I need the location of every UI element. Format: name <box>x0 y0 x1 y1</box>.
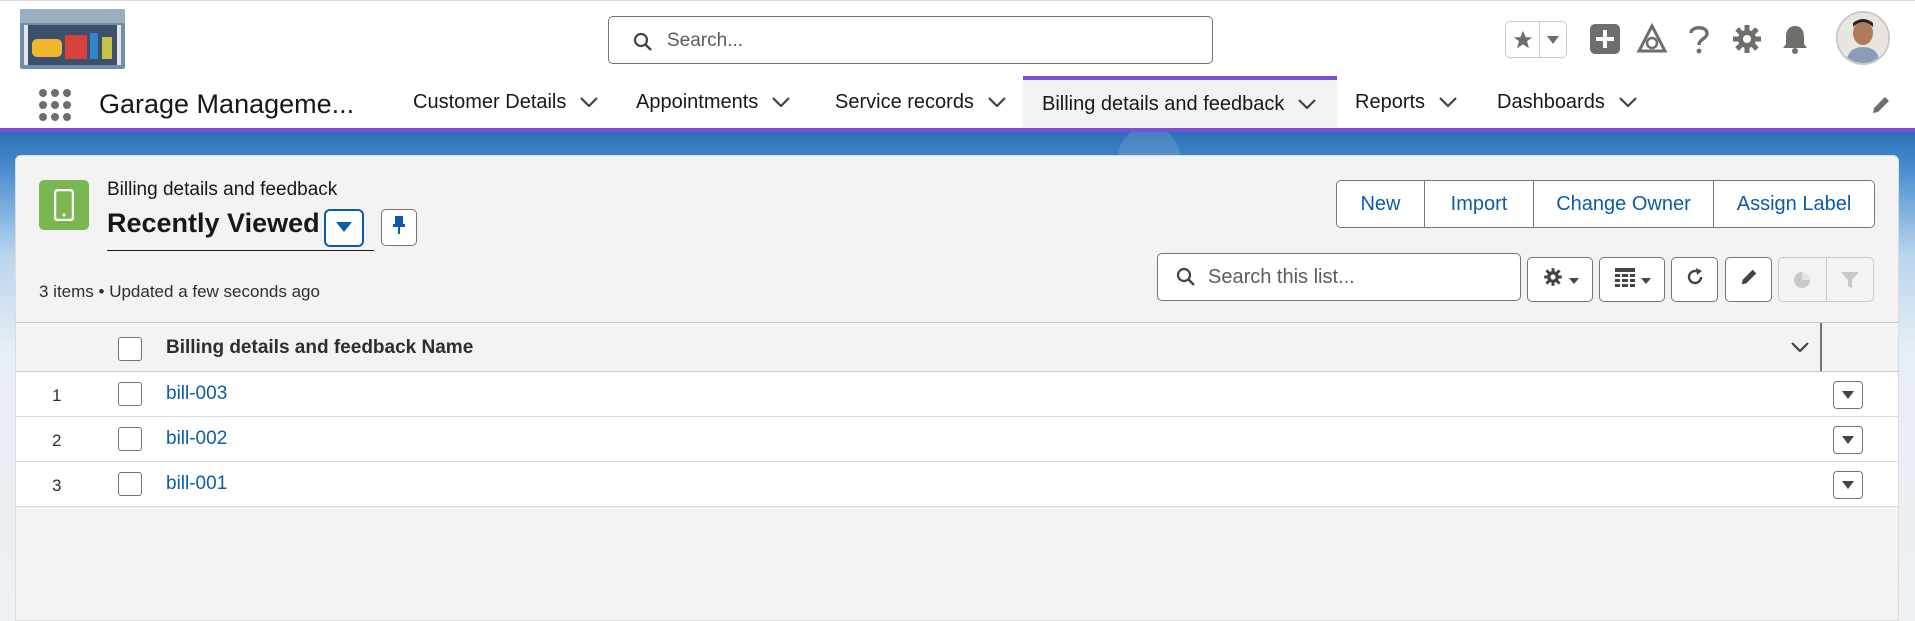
select-all-checkbox[interactable] <box>118 337 142 361</box>
column-header-name[interactable]: Billing details and feedback Name <box>166 337 473 359</box>
table-icon <box>1614 267 1636 292</box>
table-row: 2 bill-002 <box>16 417 1898 462</box>
search-icon <box>1176 267 1196 292</box>
row-number: 3 <box>52 476 62 495</box>
app-launcher-icon[interactable] <box>38 88 72 122</box>
add-icon[interactable] <box>1587 21 1623 57</box>
record-link[interactable]: bill-002 <box>166 428 227 450</box>
chevron-down-icon[interactable] <box>1619 97 1637 107</box>
caret-down-icon <box>336 219 352 237</box>
list-meta-info: 3 items • Updated a few seconds ago <box>39 282 320 301</box>
nav-tab-label: Appointments <box>636 90 759 113</box>
list-actions-button-group: New Import Change Owner Assign Label <box>1336 180 1875 228</box>
records-table: Billing details and feedback Name 1 bill… <box>16 322 1898 507</box>
nav-tab-service-records[interactable]: Service records <box>835 76 1006 128</box>
nav-tab-appointments[interactable]: Appointments <box>636 76 791 128</box>
table-row: 1 bill-003 <box>16 372 1898 417</box>
record-link[interactable]: bill-003 <box>166 383 227 405</box>
app-name: Garage Manageme... <box>99 89 355 119</box>
list-view-controls-button[interactable] <box>1527 257 1593 302</box>
row-actions-button[interactable] <box>1833 471 1863 499</box>
user-avatar[interactable] <box>1836 11 1890 65</box>
notification-bell-icon[interactable] <box>1777 21 1813 57</box>
chevron-down-icon[interactable] <box>1540 22 1566 57</box>
nav-tab-label: Reports <box>1355 90 1426 113</box>
star-icon[interactable] <box>1506 22 1540 57</box>
edit-list-button[interactable] <box>1725 257 1772 302</box>
chevron-down-icon[interactable] <box>1298 99 1317 109</box>
row-actions-button[interactable] <box>1833 381 1863 409</box>
setup-gear-icon[interactable] <box>1729 21 1765 57</box>
table-header-row: Billing details and feedback Name <box>16 322 1898 372</box>
help-icon[interactable] <box>1681 21 1717 57</box>
global-header: Search... <box>0 0 1915 76</box>
search-icon <box>633 32 653 57</box>
filter-funnel-icon[interactable] <box>1827 258 1874 301</box>
chart-filter-button-group <box>1778 257 1874 302</box>
chevron-down-icon[interactable] <box>1791 339 1809 357</box>
caret-down-icon <box>1640 271 1651 289</box>
table-row: 3 bill-001 <box>16 462 1898 507</box>
row-number: 1 <box>52 386 62 405</box>
edit-nav-pencil-icon[interactable] <box>1870 94 1892 121</box>
company-logo[interactable] <box>20 9 125 69</box>
chevron-down-icon[interactable] <box>1439 97 1457 107</box>
row-checkbox[interactable] <box>118 472 142 496</box>
change-owner-button[interactable]: Change Owner <box>1534 181 1714 227</box>
caret-down-icon <box>1842 476 1854 494</box>
column-resize-divider[interactable] <box>1820 323 1822 371</box>
row-checkbox[interactable] <box>118 382 142 406</box>
global-search-input[interactable]: Search... <box>608 16 1213 64</box>
nav-tab-customer-details[interactable]: Customer Details <box>413 76 599 128</box>
chart-pie-icon[interactable] <box>1779 258 1827 301</box>
app-navigation-bar: Garage Manageme... Customer Details Appo… <box>0 76 1915 132</box>
favorites-button-group[interactable] <box>1505 21 1567 58</box>
pin-icon <box>392 215 406 240</box>
mobile-phone-icon <box>39 180 89 230</box>
row-actions-button[interactable] <box>1833 426 1863 454</box>
chevron-down-icon[interactable] <box>772 97 791 107</box>
refresh-button[interactable] <box>1671 257 1718 302</box>
import-button[interactable]: Import <box>1425 181 1534 227</box>
pencil-icon <box>1739 267 1759 292</box>
nav-tab-reports[interactable]: Reports <box>1355 76 1457 128</box>
list-view-picker-button[interactable] <box>324 209 364 247</box>
pin-list-view-button[interactable] <box>381 209 417 246</box>
object-label: Billing details and feedback <box>107 179 338 200</box>
nav-tab-billing-details-and-feedback[interactable]: Billing details and feedback <box>1023 76 1337 128</box>
caret-down-icon <box>1842 386 1854 404</box>
gear-icon <box>1542 266 1564 293</box>
row-checkbox[interactable] <box>118 427 142 451</box>
list-view-card: Billing details and feedback Recently Vi… <box>15 155 1899 621</box>
caret-down-icon <box>1842 431 1854 449</box>
nav-tab-label: Service records <box>835 90 974 113</box>
record-link[interactable]: bill-001 <box>166 473 227 495</box>
nav-tab-label: Dashboards <box>1497 90 1605 113</box>
trailhead-icon[interactable] <box>1634 21 1670 57</box>
refresh-icon <box>1685 267 1705 292</box>
chevron-down-icon[interactable] <box>580 97 599 107</box>
list-search-placeholder: Search this list... <box>1208 266 1355 288</box>
display-as-table-button[interactable] <box>1599 257 1665 302</box>
title-underline <box>107 250 374 251</box>
global-search-placeholder: Search... <box>667 30 744 51</box>
assign-label-button[interactable]: Assign Label <box>1714 181 1874 227</box>
nav-tab-label: Billing details and feedback <box>1042 92 1285 115</box>
chevron-down-icon[interactable] <box>988 97 1006 107</box>
caret-down-icon <box>1568 271 1579 289</box>
new-button[interactable]: New <box>1337 181 1425 227</box>
nav-tab-dashboards[interactable]: Dashboards <box>1497 76 1637 128</box>
row-number: 2 <box>52 431 62 450</box>
nav-tab-label: Customer Details <box>413 90 567 113</box>
list-search-input[interactable]: Search this list... <box>1157 253 1521 301</box>
list-view-title: Recently Viewed <box>107 208 320 238</box>
